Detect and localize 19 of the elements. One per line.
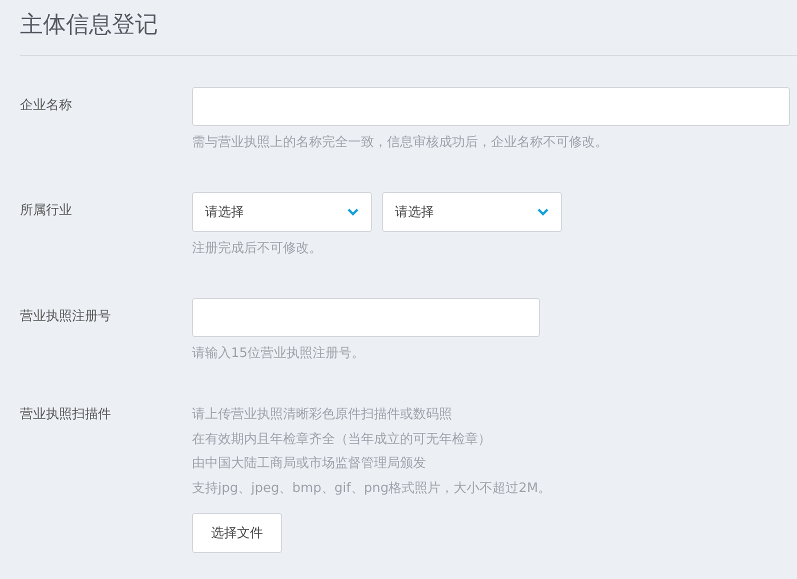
hint-text: 在有效期内且年检章齐全（当年成立的可无年检章） <box>192 430 491 448</box>
input-field[interactable] <box>192 87 790 126</box>
input-field[interactable] <box>192 298 540 337</box>
hint-text: 注册完成后不可修改。 <box>192 240 322 258</box>
hint-text: 请上传营业执照清晰彩色原件扫描件或数码照 <box>192 406 452 424</box>
field-label: 企业名称 <box>20 97 73 115</box>
hint-text: 由中国大陆工商局或市场监督管理局颁发 <box>192 455 426 473</box>
hint-text: 支持jpg、jpeg、bmp、gif、png格式照片，大小不超过2M。 <box>192 480 552 498</box>
field-label: 营业执照扫描件 <box>20 406 112 424</box>
hint-text: 请输入15位营业执照注册号。 <box>192 345 365 363</box>
field-label: 营业执照注册号 <box>20 308 112 326</box>
hint-text: 需与营业执照上的名称完全一致，信息审核成功后，企业名称不可修改。 <box>192 134 608 152</box>
chevron-down-icon <box>347 208 359 216</box>
select-dropdown[interactable]: 请选择 <box>192 192 372 232</box>
field-label: 所属行业 <box>20 202 73 220</box>
select-dropdown[interactable]: 请选择 <box>382 192 562 232</box>
choose-file-button[interactable]: 选择文件 <box>192 513 282 553</box>
chevron-down-icon <box>537 208 549 216</box>
page-title: 主体信息登记 <box>20 11 159 40</box>
